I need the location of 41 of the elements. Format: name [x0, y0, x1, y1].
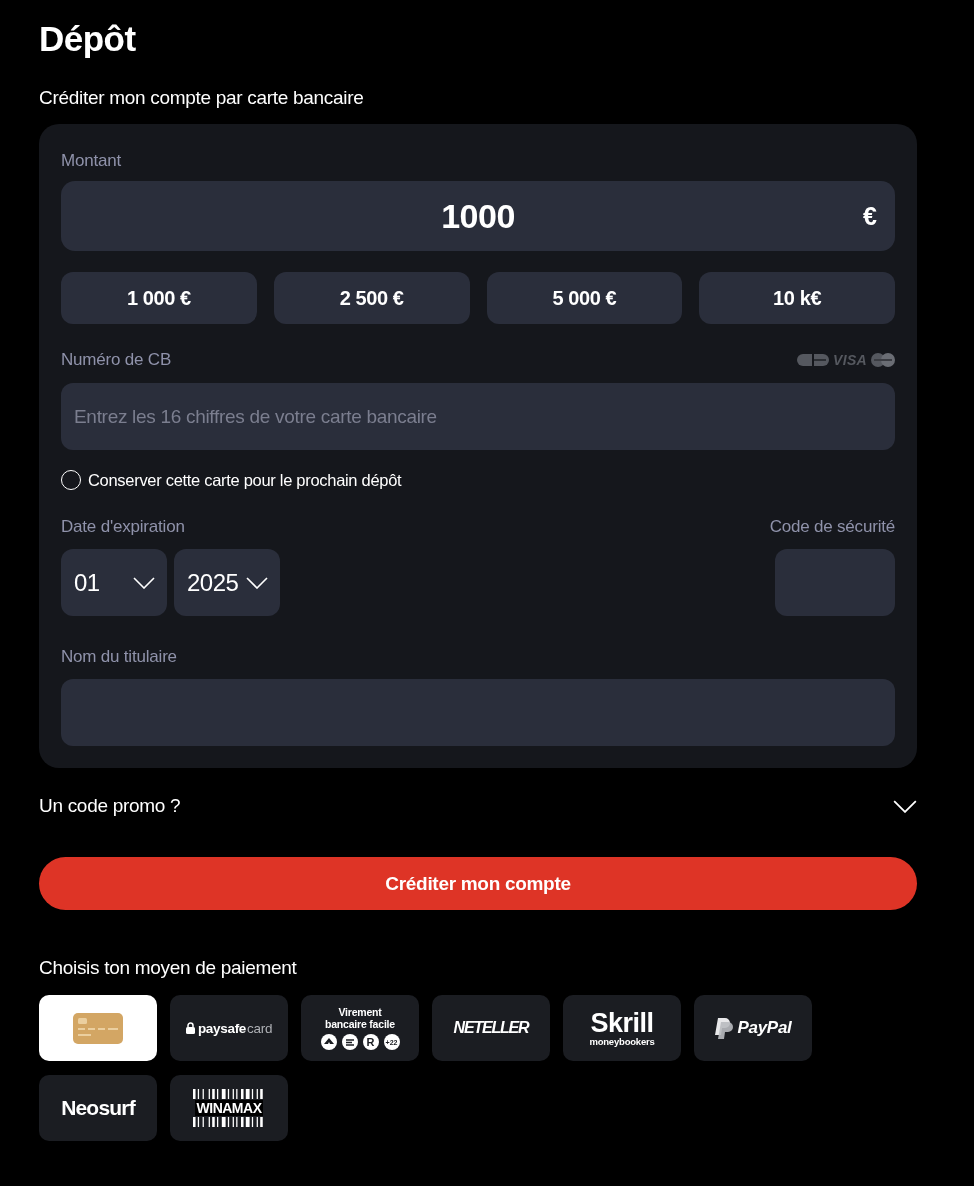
card-logo-icon [797, 354, 830, 366]
chevron-down-icon [246, 576, 268, 589]
card-brand-label: VISA [833, 352, 867, 368]
field-label: Date d'expiration [61, 516, 185, 538]
submit-button[interactable]: Créditer mon compte [39, 857, 917, 910]
round-logo-icon [320, 1034, 337, 1050]
payment-method-tile[interactable]: paysafecard [170, 995, 288, 1061]
field-label: Montant [61, 150, 122, 172]
amount-preset-button[interactable]: 1 000 € [61, 272, 257, 324]
payment-method-tile[interactable]: PayPal [694, 995, 812, 1061]
barcode-icon [193, 1117, 265, 1127]
section-heading: Choisis ton moyen de paiement [39, 956, 297, 980]
round-logo-icon [341, 1034, 358, 1050]
field-label: Nom du titulaire [61, 646, 177, 668]
checkbox-label: Conserver cette carte pour le prochain dépôt [88, 470, 402, 490]
payment-method-tile[interactable]: Neosurf [39, 1075, 157, 1141]
field-label: Numéro de CB [61, 349, 172, 371]
payment-method-tile[interactable]: Skrill moneybookers [563, 995, 681, 1061]
bank-badge: R [362, 1034, 379, 1050]
card-number-field[interactable]: Entrez les 16 chiffres de votre carte bancaire [61, 383, 895, 450]
bank-card-icon [73, 1012, 123, 1044]
overlapping-circles-icon [871, 353, 895, 367]
holder-name-field[interactable] [61, 679, 895, 746]
section-heading: Créditer mon compte par carte bancaire [39, 86, 364, 110]
payment-method-tile[interactable] [39, 995, 157, 1061]
barcode-icon [193, 1089, 265, 1099]
amount-preset-button[interactable]: 2 500 € [273, 272, 470, 324]
letter-p-icon [714, 1017, 733, 1039]
security-code-field[interactable] [775, 549, 895, 616]
payment-method-tile[interactable]: NETELLER [432, 995, 550, 1061]
chevron-down-icon [133, 576, 155, 589]
field-label: Code de sécurité [769, 516, 895, 538]
year-select[interactable]: 2025 [174, 549, 280, 616]
promo-toggle[interactable]: Un code promo ? [39, 794, 917, 818]
page-title: Dépôt [39, 18, 136, 60]
amount-field[interactable]: 1000 € [61, 181, 895, 251]
month-select[interactable]: 01 [61, 549, 167, 616]
amount-preset-button[interactable]: 5 000 € [486, 272, 683, 324]
payment-method-tile[interactable]: WINAMAX [170, 1075, 288, 1141]
amount-preset-button[interactable]: 10 k€ [699, 272, 895, 324]
lock-icon [185, 1022, 195, 1034]
